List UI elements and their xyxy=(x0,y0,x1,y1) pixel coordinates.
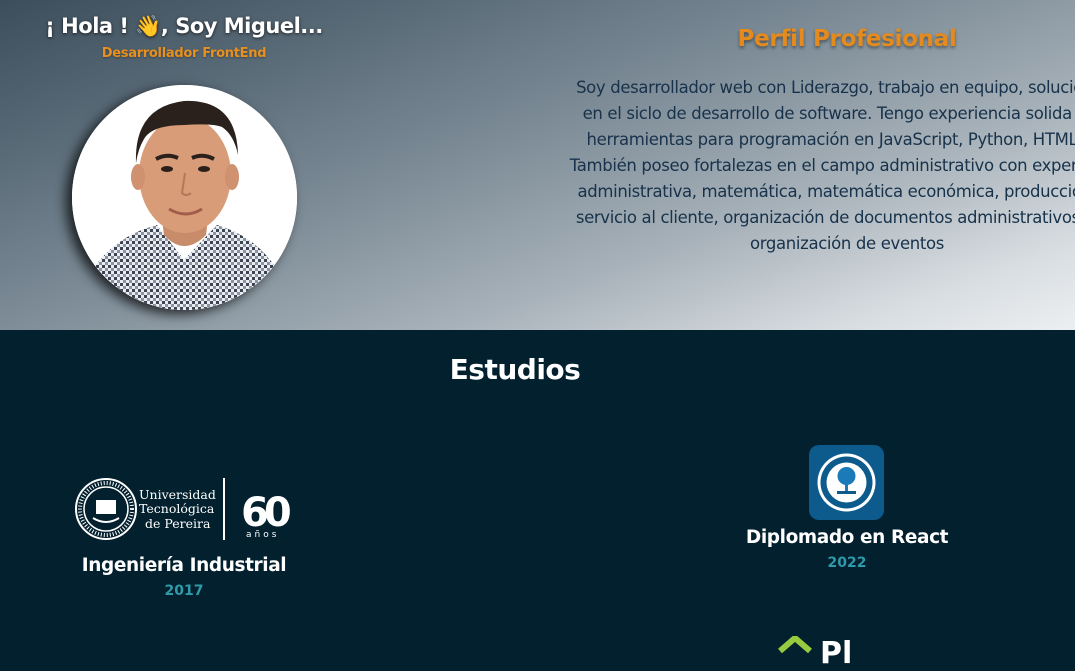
profile-title: Perfil Profesional xyxy=(737,26,957,52)
utp-anos-text: años xyxy=(246,530,279,540)
fimlm-logo xyxy=(809,445,884,520)
study-year: 2017 xyxy=(164,583,204,599)
utp-line-3: de Pereira xyxy=(145,516,211,531)
profile-line: organización de eventos xyxy=(750,234,944,253)
fimlm-seal-icon xyxy=(817,453,876,512)
greeting-title: ¡ Hola ! 👋, Soy Miguel... xyxy=(45,14,323,38)
avatar-photo xyxy=(72,85,297,310)
profile-line: También poseo fortalezas en el campo adm… xyxy=(569,156,1075,175)
platzi-logo-icon xyxy=(778,636,812,654)
role-subtitle: Desarrollador FrontEnd xyxy=(101,46,267,61)
study-title-react: Diplomado en React xyxy=(745,527,949,548)
profile-line: Soy desarrollador web con Liderazgo, tra… xyxy=(576,78,1075,97)
study-year: 2022 xyxy=(827,555,867,571)
profile-line: administrativa, matemática, matemática e… xyxy=(577,182,1075,201)
profile-description: Soy desarrollador web con Liderazgo, tra… xyxy=(490,75,1075,257)
avatar xyxy=(72,85,297,310)
profile-line: servicio al cliente, organización de doc… xyxy=(575,208,1075,227)
studies-title: Estudios xyxy=(449,353,581,386)
utp-logo: Universidad Tecnológica de Pereira 60 añ… xyxy=(75,478,295,540)
profile-line: herramientas para programación en JavaSc… xyxy=(586,130,1075,149)
utp-line-1: Universidad xyxy=(139,487,216,502)
partial-platform-text: Pl xyxy=(820,636,853,671)
profile-hero: ¡ Hola ! 👋, Soy Miguel... Desarrollador … xyxy=(0,0,1075,330)
profile-line: en el siclo de desarrollo de software. T… xyxy=(582,104,1075,123)
study-title-ingenieria: Ingeniería Industrial xyxy=(81,555,287,576)
utp-line-2: Tecnológica xyxy=(139,501,215,516)
